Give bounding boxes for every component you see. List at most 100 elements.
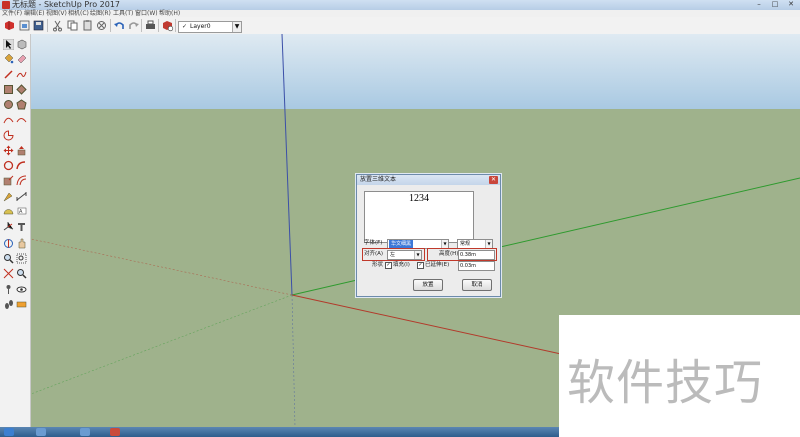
dialog-title: 放置三维文本 <box>360 176 397 183</box>
menu-file[interactable]: 文件(F) <box>2 10 22 17</box>
menu-window[interactable]: 窗口(W) <box>135 10 158 17</box>
toolbar-separator <box>141 19 142 32</box>
watermark-panel: 软件技巧 <box>559 315 800 437</box>
green-axis-negative <box>31 294 293 395</box>
red-axis <box>291 294 562 355</box>
maximize-button[interactable]: □ <box>768 0 782 9</box>
place-3d-text-dialog: 放置三维文本 ✕ 1234 字体(F) 华文细黑 ▼ 常规 ▼ 对齐(A) 左 … <box>356 174 501 297</box>
position-camera-icon[interactable] <box>3 284 14 295</box>
pan-icon[interactable] <box>16 238 27 249</box>
walk-icon[interactable] <box>3 299 14 310</box>
menu-help[interactable]: 帮助(H) <box>159 10 180 17</box>
menu-view[interactable]: 视图(V) <box>46 10 67 17</box>
eraser-icon[interactable] <box>16 53 27 64</box>
menu-camera[interactable]: 相机(C) <box>68 10 89 17</box>
font-label: 字体(F) <box>364 240 383 246</box>
rectangle-icon[interactable] <box>3 84 14 95</box>
place-button[interactable]: 放置 <box>413 279 443 291</box>
extruded-label: 已延伸(E) <box>425 262 450 268</box>
align-value: 左 <box>390 252 396 258</box>
orbit-icon[interactable] <box>3 238 14 249</box>
taskbar-app-icon[interactable] <box>110 428 120 436</box>
save-file-icon[interactable] <box>32 19 45 32</box>
push-pull-icon[interactable] <box>16 145 27 156</box>
model-info-icon[interactable] <box>161 19 174 32</box>
pie-icon[interactable] <box>3 130 14 141</box>
make-component-icon[interactable] <box>16 39 27 50</box>
layer-selector[interactable]: ✓ Layer0 ▼ <box>178 21 242 33</box>
dialog-close-button[interactable]: ✕ <box>489 176 498 184</box>
rotate-icon[interactable] <box>3 160 14 171</box>
dimension-icon[interactable] <box>16 191 27 202</box>
polygon-icon[interactable] <box>16 99 27 110</box>
watermark-text: 软件技巧 <box>567 355 764 411</box>
redo-icon[interactable] <box>127 19 140 32</box>
chevron-down-icon[interactable]: ▼ <box>441 240 448 248</box>
circle-icon[interactable] <box>3 99 14 110</box>
cancel-button[interactable]: 取消 <box>462 279 492 291</box>
tape-measure-icon[interactable] <box>3 191 14 202</box>
blue-axis <box>281 34 293 296</box>
toolbar-separator <box>110 19 111 32</box>
window-title: 无标题 - SketchUp Pro 2017 <box>12 0 120 9</box>
paint-bucket-icon[interactable] <box>3 53 14 64</box>
height-input[interactable]: 0.38m <box>458 250 495 260</box>
dialog-title-bar: 放置三维文本 ✕ <box>357 175 500 185</box>
rotated-rectangle-icon[interactable] <box>16 84 27 95</box>
chevron-down-icon[interactable]: ▼ <box>232 22 241 32</box>
toolbar-separator <box>47 19 48 32</box>
new-file-icon[interactable] <box>18 19 31 32</box>
look-around-icon[interactable] <box>16 284 27 295</box>
toolbar-separator <box>175 19 176 32</box>
protractor-icon[interactable] <box>3 206 14 217</box>
section-plane-icon[interactable] <box>16 299 27 310</box>
blue-axis-negative <box>291 294 296 427</box>
select-icon[interactable] <box>3 39 14 50</box>
erase-icon[interactable] <box>95 19 108 32</box>
svg-text:A: A <box>19 209 23 215</box>
print-icon[interactable] <box>144 19 157 32</box>
sketchup-app-icon <box>2 1 10 9</box>
close-window-button[interactable]: ✕ <box>784 0 798 9</box>
line-icon[interactable] <box>3 69 14 80</box>
zoom-extents-icon[interactable] <box>3 268 14 279</box>
minimize-button[interactable]: – <box>752 0 766 9</box>
scale-icon[interactable] <box>3 175 14 186</box>
font-style-value: 常规 <box>460 241 471 247</box>
copy-icon[interactable] <box>66 19 79 32</box>
menu-tools[interactable]: 工具(T) <box>113 10 133 17</box>
move-icon[interactable] <box>3 145 14 156</box>
align-select[interactable]: 左 ▼ <box>387 250 422 260</box>
taskbar-app-icon[interactable] <box>80 428 90 436</box>
paste-icon[interactable] <box>81 19 94 32</box>
text-input-value: 1234 <box>409 193 429 204</box>
cut-icon[interactable] <box>51 19 64 32</box>
taskbar-app-icon[interactable] <box>36 428 46 436</box>
sketchup-logo-icon[interactable] <box>3 19 16 32</box>
extruded-checkbox[interactable]: ✓ <box>417 262 424 269</box>
chevron-down-icon[interactable]: ▼ <box>485 240 492 248</box>
start-button-icon[interactable] <box>4 428 14 436</box>
font-select-value: 华文细黑 <box>389 240 414 248</box>
previous-view-icon[interactable] <box>16 268 27 279</box>
freehand-icon[interactable] <box>16 69 27 80</box>
two-point-arc-icon[interactable] <box>16 114 27 125</box>
offset-icon[interactable] <box>16 175 27 186</box>
zoom-icon[interactable] <box>3 253 14 264</box>
fill-checkbox[interactable]: ✓ <box>385 262 392 269</box>
text-input-area[interactable]: 1234 <box>364 191 474 243</box>
undo-icon[interactable] <box>113 19 126 32</box>
arc-icon[interactable] <box>3 114 14 125</box>
form-label: 形状 <box>372 262 384 268</box>
3d-text-icon[interactable] <box>16 221 27 232</box>
zoom-window-icon[interactable] <box>16 253 27 264</box>
axes-icon[interactable] <box>3 221 14 232</box>
menu-edit[interactable]: 编辑(E) <box>24 10 44 17</box>
extrude-depth-input[interactable]: 0.03m <box>458 261 495 271</box>
menu-draw[interactable]: 绘图(R) <box>90 10 111 17</box>
text-tool-icon[interactable]: A <box>16 206 27 217</box>
follow-me-icon[interactable] <box>16 160 27 171</box>
align-label: 对齐(A) <box>364 251 384 257</box>
chevron-down-icon[interactable]: ▼ <box>414 251 421 259</box>
layer-active-check-icon: ✓ <box>182 23 188 30</box>
